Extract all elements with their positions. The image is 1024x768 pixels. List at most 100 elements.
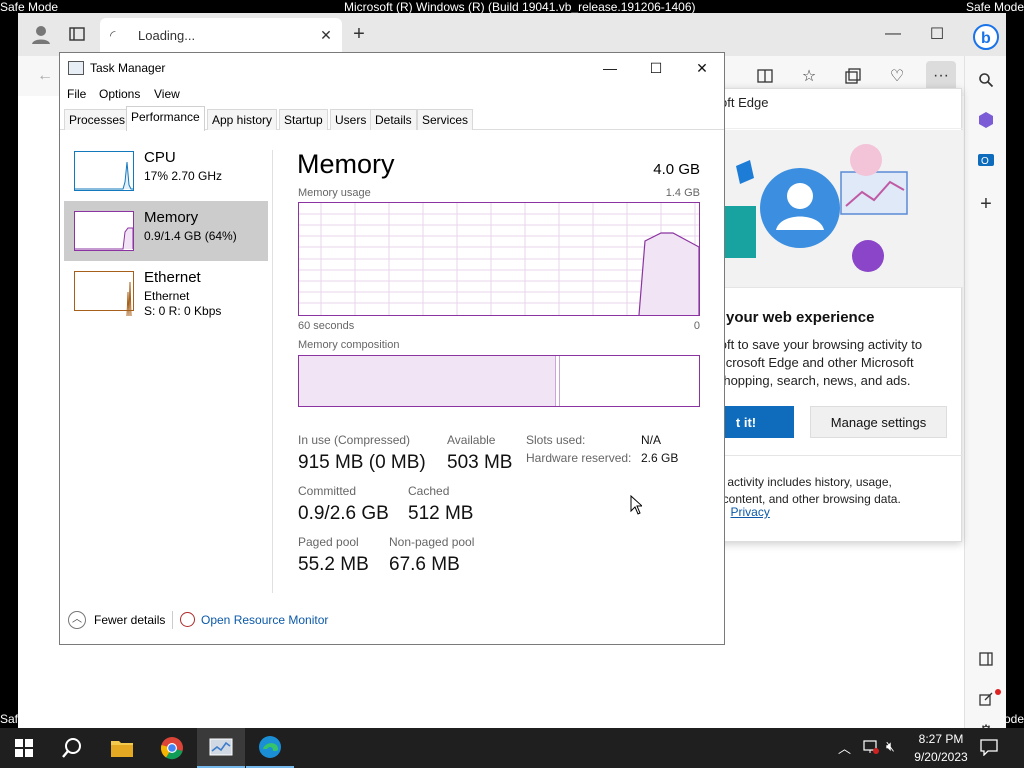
edge-tab-bar: ◜ Loading... ✕ + — ☐ ✕ [18, 13, 1006, 56]
tab-processes[interactable]: Processes [64, 109, 131, 130]
panel-body-line: osoft to save your browsing activity to [706, 337, 923, 352]
close-button[interactable]: ✕ [679, 53, 725, 83]
safe-mode-label-top-left: Safe Mode [0, 0, 59, 14]
cpu-label: CPU [144, 149, 176, 166]
tab-app-history[interactable]: App history [207, 109, 278, 130]
hardware-reserved-label: Hardware reserved: [526, 451, 632, 465]
slots-used-value: N/A [641, 433, 662, 447]
memory-composition-label: Memory composition [298, 339, 400, 351]
network-icon[interactable] [862, 739, 880, 758]
resource-monitor-icon [180, 612, 195, 627]
open-resource-monitor-link[interactable]: Open Resource Monitor [201, 613, 328, 627]
memory-usage-label: Memory usage [298, 187, 371, 199]
task-manager-footer: ︿ Fewer details Open Resource Monitor [60, 605, 724, 635]
hardware-reserved-value: 2.6 GB [641, 451, 679, 465]
cached-label: Cached [408, 484, 450, 498]
start-button[interactable] [0, 728, 48, 768]
tab-actions-icon[interactable] [62, 19, 92, 49]
outlook-icon[interactable]: O [973, 147, 999, 173]
notification-dot [995, 689, 1001, 695]
cpu-thumbnail-graph [74, 151, 134, 191]
notification-center-icon[interactable] [980, 738, 998, 759]
menu-options[interactable]: Options [99, 87, 140, 101]
settings-more-icon[interactable]: ··· [926, 61, 956, 91]
clock-time[interactable]: 8:27 PM [914, 732, 968, 746]
mouse-cursor-icon [630, 494, 644, 518]
edge-sync-prompt-panel: oft Edge ze your web experience osoft to… [698, 88, 963, 542]
memory-title: Memory [297, 149, 395, 179]
clock-date[interactable]: 9/20/2023 [910, 750, 972, 764]
memory-composition-bar [298, 355, 700, 407]
show-hidden-icons-chevron-icon[interactable]: ︿ [838, 738, 851, 757]
fewer-details-button[interactable]: Fewer details [94, 613, 165, 627]
svg-text:O: O [981, 156, 989, 167]
collections-icon[interactable] [838, 61, 868, 91]
cpu-usage-text: 17% 2.70 GHz [144, 169, 223, 183]
back-icon[interactable]: ← [30, 61, 60, 91]
menu-view[interactable]: View [154, 87, 180, 101]
memory-usage-max: 1.4 GB [665, 187, 700, 199]
split-screen-icon[interactable] [750, 61, 780, 91]
tab-users[interactable]: Users [330, 109, 372, 130]
resource-item-ethernet[interactable]: Ethernet Ethernet S: 0 R: 0 Kbps [64, 261, 268, 321]
add-sidebar-app-icon[interactable]: + [973, 191, 999, 217]
minimize-icon[interactable]: — [878, 19, 908, 49]
hide-sidebar-icon[interactable] [973, 646, 999, 672]
task-manager-icon [68, 61, 84, 75]
maximize-button[interactable]: ☐ [633, 53, 679, 83]
maximize-icon[interactable]: ☐ [922, 19, 952, 49]
new-tab-button[interactable]: + [344, 19, 374, 49]
office-icon[interactable] [973, 107, 999, 133]
chrome-icon[interactable] [148, 728, 196, 768]
tab-performance[interactable]: Performance [126, 106, 205, 131]
resource-item-memory[interactable]: Memory 0.9/1.4 GB (64%) [64, 201, 268, 261]
minimize-button[interactable]: — [587, 53, 633, 83]
paged-pool-label: Paged pool [298, 535, 359, 549]
volume-muted-icon[interactable]: 🔇︎ [886, 738, 895, 755]
ethernet-adapter-text: Ethernet [144, 289, 190, 303]
close-tab-icon[interactable]: ✕ [316, 25, 336, 45]
ethernet-throughput-text: S: 0 R: 0 Kbps [144, 304, 222, 318]
edge-tab-title: Loading... [138, 28, 196, 43]
panel-body-line: e shopping, search, news, and ads. [706, 373, 911, 388]
panel-body-text: osoft to save your browsing activity to … [706, 336, 946, 390]
tab-services[interactable]: Services [417, 109, 474, 130]
graph-time-span-label: 60 seconds [298, 320, 355, 332]
menu-file[interactable]: File [67, 87, 86, 101]
build-watermark: Microsoft (R) Windows (R) (Build 19041.v… [344, 0, 696, 14]
chevron-up-icon[interactable]: ︿ [68, 611, 86, 629]
slots-used-label: Slots used: [526, 433, 586, 447]
profile-icon[interactable] [26, 19, 56, 49]
ethernet-label: Ethernet [144, 269, 201, 286]
task-manager-taskbar-icon[interactable] [197, 728, 245, 768]
loading-spinner-icon: ◜ [110, 27, 116, 43]
bing-copilot-icon[interactable]: b [973, 24, 999, 50]
panel-body-line: Microsoft Edge and other Microsoft [712, 355, 914, 370]
paged-pool-value: 55.2 MB [298, 554, 369, 575]
favorites-icon[interactable]: ☆ [794, 61, 824, 91]
panel-heading: ze your web experience [706, 309, 875, 326]
resource-item-cpu[interactable]: CPU 17% 2.70 GHz [64, 141, 268, 201]
manage-settings-button[interactable]: Manage settings [810, 406, 947, 438]
edge-taskbar-icon[interactable] [246, 728, 294, 768]
memory-usage-text: 0.9/1.4 GB (64%) [144, 229, 237, 243]
browser-essentials-icon[interactable]: ♡ [882, 61, 912, 91]
footer-divider [172, 611, 173, 629]
edge-tab-loading[interactable]: ◜ Loading... ✕ [100, 18, 342, 52]
non-paged-pool-value: 67.6 MB [389, 554, 460, 575]
svg-text:b: b [981, 30, 991, 47]
in-use-value: 915 MB (0 MB) [298, 452, 426, 473]
privacy-link[interactable]: Privacy [731, 505, 770, 519]
modified-segment [559, 356, 560, 406]
file-explorer-icon[interactable] [98, 728, 146, 768]
safe-mode-label-top-right: Safe Mode [965, 0, 1024, 14]
tab-startup[interactable]: Startup [279, 109, 328, 130]
edge-sidebar: b O + ⚙ [964, 24, 1006, 740]
available-value: 503 MB [447, 452, 513, 473]
search-button[interactable] [48, 728, 96, 768]
search-icon[interactable] [973, 67, 999, 93]
committed-label: Committed [298, 484, 357, 498]
tab-details[interactable]: Details [370, 109, 417, 130]
ethernet-thumbnail-graph [74, 271, 134, 317]
panel-note: ing activity includes history, usage, eb… [706, 455, 963, 508]
